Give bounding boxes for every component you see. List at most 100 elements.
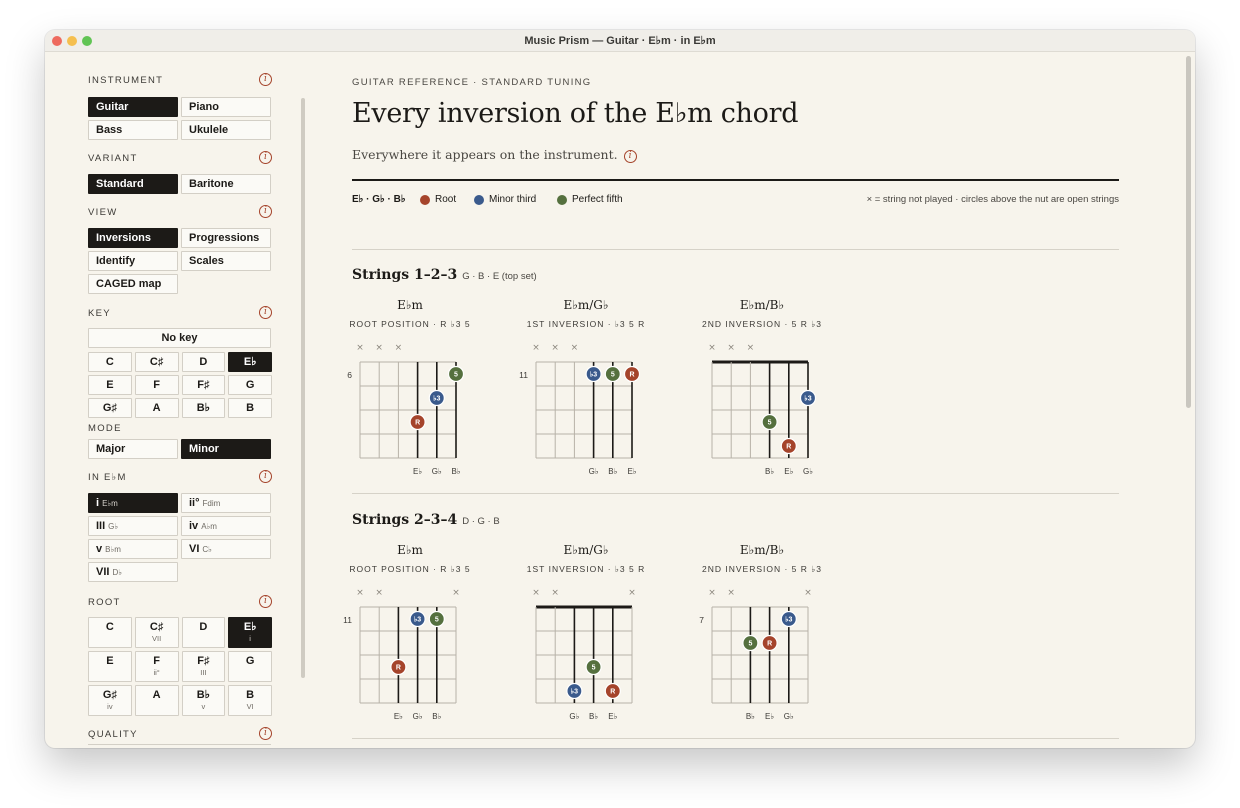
note-dot[interactable]: ♭3 <box>780 610 797 628</box>
note-dot[interactable]: R <box>409 413 426 431</box>
root-b-flat-button[interactable]: B♭ v <box>181 685 226 716</box>
root-a-button[interactable]: A <box>134 685 179 716</box>
info-icon[interactable]: i <box>259 73 272 86</box>
string-set-heading: Strings 2–3–4 D · G · B <box>352 512 500 528</box>
root-c-sharp-button[interactable]: C♯ VII <box>134 617 179 648</box>
variant-baritone-button[interactable]: Baritone <box>181 174 271 194</box>
string-note-name: E♭ <box>394 712 403 721</box>
note-dot[interactable]: 5 <box>585 658 602 676</box>
instrument-piano-button[interactable]: Piano <box>181 97 271 117</box>
chord-numeral: v <box>96 543 103 555</box>
chord-diagram[interactable]: E♭m/B♭ 2ND INVERSION · 5 R ♭3 7 × × × 5 R ♭3 B♭ E♭… <box>688 543 848 723</box>
key-b-button[interactable]: B <box>228 398 272 418</box>
main-scrollbar[interactable] <box>1186 56 1191 408</box>
legend-fifth-label: Perfect fifth <box>572 194 623 205</box>
chord-numeral: VII <box>96 566 110 578</box>
note-dot[interactable]: 5 <box>428 610 445 628</box>
chord-diagram[interactable]: E♭m ROOT POSITION · R ♭3 5 11 × × × R ♭3 5 E♭ G♭ B♭ <box>336 543 496 723</box>
root-note-label: D <box>199 621 208 633</box>
key-f-button[interactable]: F <box>134 375 179 395</box>
in-key-chord-ii-dim-button[interactable]: ii° Fdim <box>181 493 271 513</box>
note-dot-label: 5 <box>768 420 772 427</box>
instrument-guitar-button[interactable]: Guitar <box>88 97 178 117</box>
string-set-heading: Strings 1–2–3 G · B · E (top set) <box>352 267 537 283</box>
root-e-button[interactable]: E <box>88 651 132 682</box>
string-note-name: G♭ <box>589 467 599 476</box>
view-progressions-button[interactable]: Progressions <box>181 228 271 248</box>
note-dot[interactable]: ♭3 <box>428 389 445 407</box>
key-a-button[interactable]: A <box>134 398 179 418</box>
string-note-name: B♭ <box>432 712 441 721</box>
chord-name: C♭ <box>202 545 212 554</box>
chord-numeral: ii° <box>189 497 200 509</box>
view-scales-button[interactable]: Scales <box>181 251 271 271</box>
info-icon[interactable]: i <box>259 306 272 319</box>
in-key-chord-iv-button[interactable]: iv A♭m <box>181 516 271 536</box>
in-key-chord-vii-button[interactable]: VII D♭ <box>88 562 178 582</box>
variant-title: VARIANT <box>88 153 138 164</box>
muted-string-icon: × <box>708 588 716 598</box>
info-icon[interactable]: i <box>623 150 637 163</box>
root-b-button[interactable]: B VI <box>228 685 272 716</box>
chord-diagram[interactable]: E♭m/G♭ 1ST INVERSION · ♭3 5 R 11 × × × ♭3 5 R G♭ B… <box>512 298 672 478</box>
note-dot[interactable]: ♭3 <box>566 682 583 700</box>
view-inversions-button[interactable]: Inversions <box>88 228 178 248</box>
note-dot[interactable]: R <box>390 658 407 676</box>
info-icon[interactable]: i <box>259 470 272 483</box>
key-c-button[interactable]: C <box>88 352 132 372</box>
key-f-sharp-button[interactable]: F♯ <box>181 375 226 395</box>
key-g-sharp-button[interactable]: G♯ <box>88 398 132 418</box>
note-dot[interactable]: R <box>623 365 641 383</box>
chord-diagram[interactable]: E♭m/G♭ 1ST INVERSION · ♭3 5 R × × × ♭3 5 R G♭ B♭ E… <box>512 543 672 723</box>
note-dot-label: ♭3 <box>804 395 811 403</box>
instrument-bass-button[interactable]: Bass <box>88 120 178 140</box>
root-d-button[interactable]: D <box>181 617 226 648</box>
info-icon[interactable]: i <box>259 151 272 164</box>
in-key-chord-vi-button[interactable]: VI C♭ <box>181 539 271 559</box>
info-icon[interactable]: i <box>259 727 272 740</box>
chord-diagram[interactable]: E♭m/B♭ 2ND INVERSION · 5 R ♭3 × × × 5 R ♭3 B♭ E♭ G… <box>688 298 848 478</box>
variant-standard-button[interactable]: Standard <box>88 174 178 194</box>
root-c-button[interactable]: C <box>88 617 132 648</box>
note-dot[interactable]: ♭3 <box>409 610 426 628</box>
key-c-sharp-button[interactable]: C♯ <box>134 352 179 372</box>
in-key-chord-iii-button[interactable]: III G♭ <box>88 516 178 536</box>
in-key-chord-v-button[interactable]: v B♭m <box>88 539 178 559</box>
note-dot[interactable]: 5 <box>742 634 759 652</box>
mode-major-button[interactable]: Major <box>88 439 178 459</box>
root-f-button[interactable]: Fii° <box>134 651 179 682</box>
root-e-flat-button[interactable]: E♭ i <box>228 617 272 648</box>
note-dot-label: ♭3 <box>590 371 597 379</box>
key-g-button[interactable]: G <box>228 375 272 395</box>
note-dot[interactable]: ♭3 <box>585 365 602 383</box>
root-f-sharp-button[interactable]: F♯ III <box>181 651 226 682</box>
key-e-button[interactable]: E <box>88 375 132 395</box>
instrument-ukulele-button[interactable]: Ukulele <box>181 120 271 140</box>
info-icon[interactable]: i <box>259 595 272 608</box>
note-dot[interactable]: 5 <box>761 413 778 431</box>
key-d-button[interactable]: D <box>181 352 226 372</box>
chord-diagram[interactable]: E♭m ROOT POSITION · R ♭3 5 6 × × × R ♭3 5 E♭ G♭ B♭ <box>336 298 496 478</box>
inversion-label: 2ND INVERSION · 5 R ♭3 <box>701 319 822 329</box>
instrument-title: INSTRUMENT <box>88 75 164 86</box>
view-caged-map-button[interactable]: CAGED map <box>88 274 178 294</box>
no-key-button[interactable]: No key <box>88 328 271 348</box>
key-e-flat-button[interactable]: E♭ <box>228 352 272 372</box>
note-dot[interactable]: ♭3 <box>799 389 817 407</box>
root-g-sharp-button[interactable]: G♯ iv <box>88 685 132 716</box>
in-key-chord-i-button[interactable]: i E♭m <box>88 493 178 513</box>
note-dot[interactable]: 5 <box>604 365 621 383</box>
note-dot[interactable]: R <box>780 437 797 455</box>
page-subtitle: Everywhere it appears on the instrument.… <box>352 147 637 163</box>
info-icon[interactable]: i <box>259 205 272 218</box>
note-dot[interactable]: R <box>604 682 621 700</box>
root-g-button[interactable]: G <box>228 651 272 682</box>
note-dot[interactable]: 5 <box>447 365 465 383</box>
chord-numeral: iv <box>189 520 199 532</box>
key-b-flat-button[interactable]: B♭ <box>181 398 226 418</box>
muted-string-icon: × <box>571 343 579 353</box>
view-identify-button[interactable]: Identify <box>88 251 178 271</box>
mode-minor-button[interactable]: Minor <box>181 439 271 459</box>
note-dot[interactable]: R <box>761 634 778 652</box>
sidebar-scrollbar[interactable] <box>301 98 305 678</box>
